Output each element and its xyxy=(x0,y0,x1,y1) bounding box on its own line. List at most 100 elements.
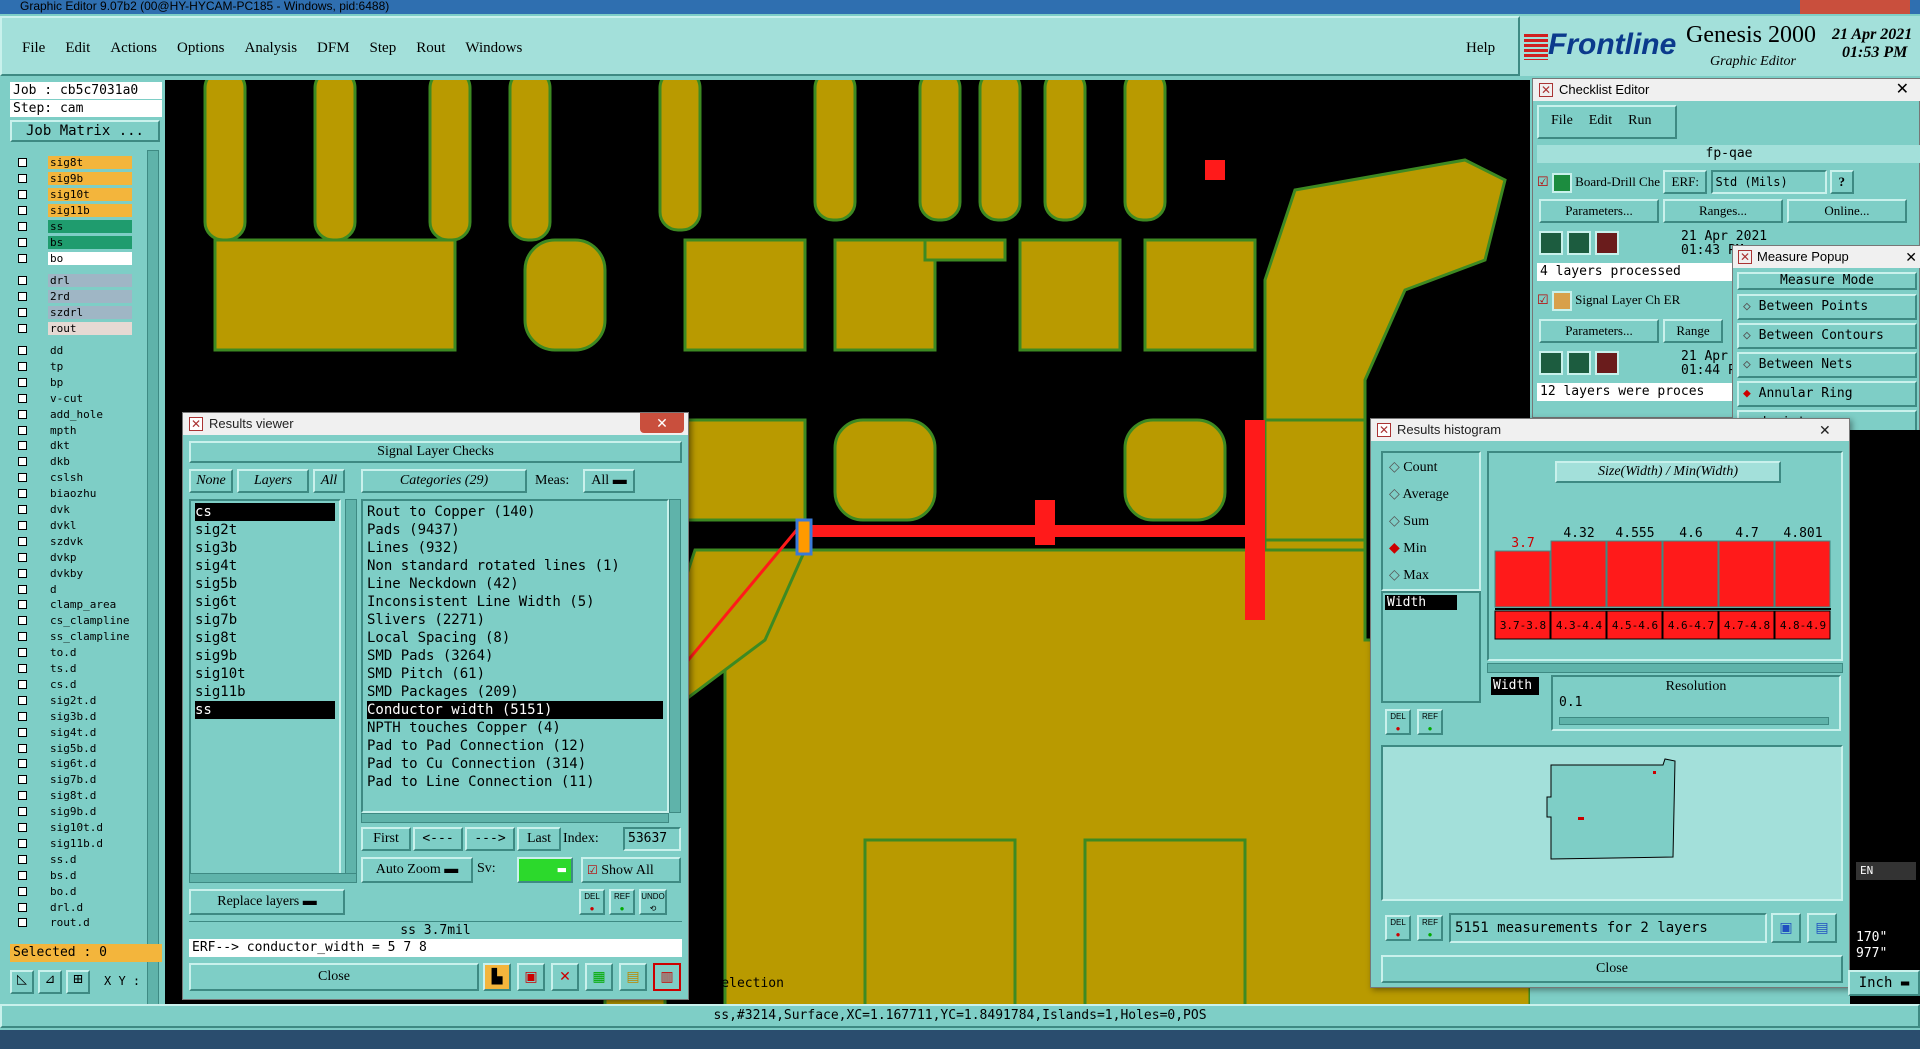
chart-hscrollbar[interactable] xyxy=(1487,663,1843,673)
layer-list-item[interactable]: ss xyxy=(195,701,335,719)
layer-checkbox[interactable] xyxy=(18,902,27,912)
layer-checkbox[interactable] xyxy=(18,393,27,403)
layer-checkbox[interactable] xyxy=(18,377,27,387)
layer-row-ss[interactable]: ss xyxy=(14,220,134,234)
layer-checkbox[interactable] xyxy=(18,425,27,435)
category-list-item[interactable]: Non standard rotated lines (1) xyxy=(367,557,663,575)
layer-list-item[interactable]: sig4t xyxy=(195,557,335,575)
check1-erf-value[interactable]: Std (Mils) xyxy=(1710,170,1827,194)
layer-checkbox[interactable] xyxy=(18,632,27,642)
layer-checkbox[interactable] xyxy=(18,552,27,562)
category-list-item[interactable]: Pad to Pad Connection (12) xyxy=(367,737,663,755)
check-item-signal-layer[interactable]: ☑ Signal Layer Ch ER xyxy=(1537,287,1737,313)
run-icon[interactable] xyxy=(1539,231,1563,255)
layer-row-sig9b-d[interactable]: sig9b.d xyxy=(14,805,134,819)
layer-row-sig8t[interactable]: sig8t xyxy=(14,156,134,170)
layer-list-item[interactable]: sig8t xyxy=(195,629,335,647)
layer-row-sig2t-d[interactable]: sig2t.d xyxy=(14,693,134,708)
layers-listbox[interactable]: cs sig2t sig3b sig4t sig5b sig6t sig7b sig8t sig… xyxy=(189,499,341,879)
layer-checkbox[interactable] xyxy=(18,918,27,928)
menu-actions[interactable]: Actions xyxy=(110,40,157,57)
parameters-button[interactable]: Parameters... xyxy=(1539,199,1659,223)
layer-checkbox[interactable] xyxy=(18,616,27,626)
checklist-menu-run[interactable]: Run xyxy=(1628,107,1651,137)
category-list-item[interactable]: Lines (932) xyxy=(367,539,663,557)
layer-checkbox[interactable] xyxy=(18,695,27,705)
layer-row-dd[interactable]: dd xyxy=(14,344,134,358)
category-list-item[interactable]: Rout to Copper (140) xyxy=(367,503,663,521)
export-icon[interactable]: ▣ xyxy=(1771,913,1801,943)
highlight-icon[interactable]: ▦ xyxy=(585,963,613,991)
layer-checkbox[interactable] xyxy=(18,711,27,721)
run-icon[interactable] xyxy=(1567,351,1591,375)
layer-checkbox[interactable] xyxy=(18,870,27,880)
units-dropdown[interactable]: Inch ▬ xyxy=(1848,970,1920,996)
del-button[interactable]: DEL ● xyxy=(1385,915,1411,941)
menu-options[interactable]: Options xyxy=(177,40,225,57)
category-list-item[interactable]: SMD Pitch (61) xyxy=(367,665,663,683)
layer-checkbox[interactable] xyxy=(18,648,27,658)
layer-checkbox[interactable] xyxy=(18,158,27,167)
check1-erf[interactable]: ERF: xyxy=(1663,170,1708,194)
histogram-bar[interactable] xyxy=(1774,540,1831,608)
stat-option-average[interactable]: ◇ Average xyxy=(1383,484,1479,511)
clear-icon[interactable]: ✕ xyxy=(551,963,579,991)
layer-checkbox[interactable] xyxy=(18,775,27,785)
categories-listbox[interactable]: Rout to Copper (140) Pads (9437) Lines (93… xyxy=(361,499,669,813)
measure-option-between-nets[interactable]: ◇ Between Nets xyxy=(1737,352,1917,378)
layer-checkbox[interactable] xyxy=(18,520,27,530)
layer-list-item[interactable]: sig3b xyxy=(195,539,335,557)
histogram-bar[interactable] xyxy=(1662,540,1719,608)
layer-row-szdrl[interactable]: szdrl xyxy=(14,306,134,320)
auto-zoom-dropdown[interactable]: Auto Zoom ▬ xyxy=(361,857,473,883)
first-button[interactable]: First xyxy=(361,827,411,851)
ref-button[interactable]: REF ● xyxy=(609,889,635,915)
layer-checkbox[interactable] xyxy=(18,292,27,301)
last-button[interactable]: Last xyxy=(517,827,561,851)
measure-option-annular-ring[interactable]: ◆ Annular Ring xyxy=(1737,381,1917,407)
run-icon[interactable] xyxy=(1539,351,1563,375)
layer-row-sig5b-d[interactable]: sig5b.d xyxy=(14,741,134,756)
close-icon[interactable]: ✕ xyxy=(640,413,684,433)
layer-checkbox[interactable] xyxy=(18,174,27,183)
layer-row-sig4t-d[interactable]: sig4t.d xyxy=(14,725,134,740)
stat-option-count[interactable]: ◇ Count xyxy=(1383,457,1479,484)
layer-row-sig8t-d[interactable]: sig8t.d xyxy=(14,789,134,803)
check-enabled-icon[interactable]: ☑ xyxy=(1537,174,1549,189)
layer-row-mpth[interactable]: mpth xyxy=(14,423,134,438)
layer-checkbox[interactable] xyxy=(18,254,27,263)
layer-row-bs-d[interactable]: bs.d xyxy=(14,868,134,883)
layer-row-drl[interactable]: drl xyxy=(14,274,134,288)
menu-windows[interactable]: Windows xyxy=(465,40,522,57)
layer-checkbox[interactable] xyxy=(18,600,27,610)
layer-row-rout[interactable]: rout xyxy=(14,322,134,336)
online-button[interactable]: Online... xyxy=(1787,199,1907,223)
histogram-bar[interactable] xyxy=(1718,540,1775,608)
layer-checkbox[interactable] xyxy=(18,727,27,737)
layer-row-ss-clampline[interactable]: ss_clampline xyxy=(14,630,134,644)
all-button[interactable]: All xyxy=(313,469,345,493)
layer-checkbox[interactable] xyxy=(18,664,27,673)
menu-edit[interactable]: Edit xyxy=(65,40,90,57)
del-button[interactable]: DEL ● xyxy=(579,889,605,915)
select-icon[interactable]: ▤ xyxy=(1807,913,1837,943)
layer-row-dvkl[interactable]: dvkl xyxy=(14,518,134,533)
histogram-bar[interactable] xyxy=(1494,550,1551,608)
ranges-button[interactable]: Ranges... xyxy=(1663,199,1783,223)
next-button[interactable]: ---> xyxy=(465,827,515,851)
menu-dfm[interactable]: DFM xyxy=(317,40,350,57)
category-list-item[interactable]: Conductor width (5151) xyxy=(367,701,663,719)
layer-checkbox[interactable] xyxy=(18,308,27,317)
layer-row-to-d[interactable]: to.d xyxy=(14,646,134,660)
layer-row-d[interactable]: d xyxy=(14,582,134,597)
layer-checkbox[interactable] xyxy=(18,823,27,832)
category-list-item[interactable]: SMD Packages (209) xyxy=(367,683,663,701)
layer-row-szdvk[interactable]: szdvk xyxy=(14,534,134,549)
close-icon[interactable]: ✕ xyxy=(1819,419,1831,441)
histogram-icon[interactable]: ▥ xyxy=(653,963,681,991)
layer-row-sig11b[interactable]: sig11b xyxy=(14,204,134,218)
close-icon[interactable]: ✕ xyxy=(1896,79,1909,101)
menu-file[interactable]: File xyxy=(22,40,45,57)
layer-row-bo[interactable]: bo xyxy=(14,252,134,266)
layer-list-item[interactable]: sig6t xyxy=(195,593,335,611)
